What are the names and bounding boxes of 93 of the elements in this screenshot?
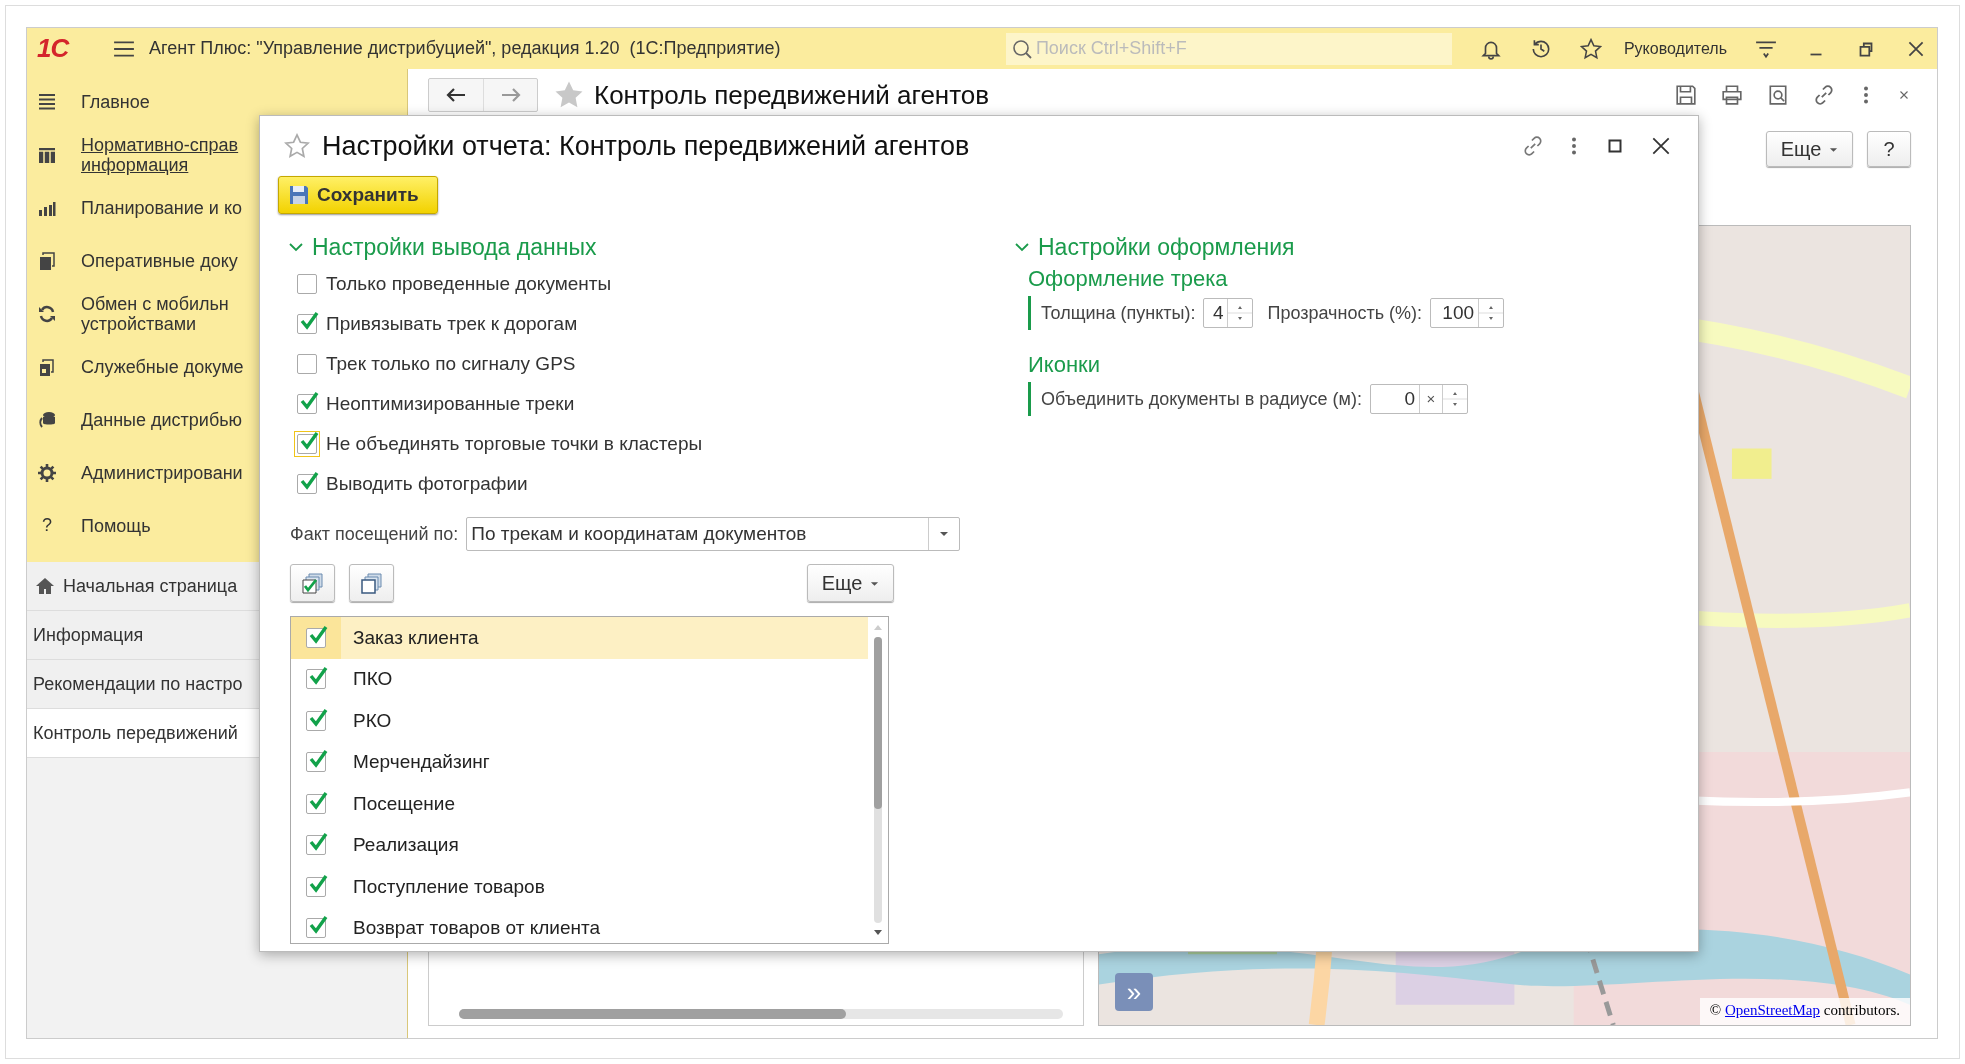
home-icon bbox=[35, 576, 55, 596]
floppy-icon bbox=[289, 185, 309, 205]
section-label: Главное bbox=[81, 91, 150, 112]
checkbox[interactable] bbox=[306, 835, 326, 856]
section-item[interactable]: Главное bbox=[27, 75, 407, 128]
checkbox[interactable] bbox=[294, 271, 320, 297]
stack-icon bbox=[359, 571, 384, 595]
uncheck-all-button[interactable] bbox=[349, 564, 394, 602]
number-field[interactable]: 0 × bbox=[1369, 384, 1468, 414]
more-button[interactable]: Еще bbox=[1765, 131, 1853, 167]
checkbox[interactable] bbox=[306, 752, 326, 773]
scroll-down-icon[interactable] bbox=[873, 929, 883, 937]
checkbox-label[interactable]: Привязывать трек к дорогам bbox=[326, 313, 578, 335]
search-icon bbox=[1011, 38, 1032, 59]
print-icon[interactable] bbox=[1721, 84, 1743, 106]
section-label: Нормативно-справ информация bbox=[81, 134, 239, 175]
checkbox[interactable] bbox=[294, 311, 320, 337]
section-header[interactable]: Настройки вывода данных bbox=[288, 230, 990, 264]
attribution-link[interactable]: OpenStreetMap bbox=[1725, 1002, 1820, 1018]
checkbox-label[interactable]: Выводить фотографии bbox=[326, 473, 528, 495]
checkbox-label[interactable]: Только проведенные документы bbox=[326, 273, 612, 295]
star-icon[interactable] bbox=[284, 133, 310, 159]
spin-arrows-icon[interactable] bbox=[1478, 299, 1504, 327]
save-icon[interactable] bbox=[1675, 84, 1697, 106]
field-label: Объединить документы в радиусе (м): bbox=[1041, 388, 1362, 410]
caret-icon bbox=[870, 581, 879, 588]
right-arrow-icon bbox=[499, 88, 522, 102]
help-icon: ? bbox=[37, 515, 57, 536]
caret-icon bbox=[1829, 147, 1838, 154]
field-label: Прозрачность (%): bbox=[1267, 302, 1423, 324]
logo: 1С bbox=[37, 33, 71, 64]
checkbox[interactable] bbox=[306, 793, 326, 814]
report-title: Контроль передвижений агентов bbox=[594, 79, 990, 111]
left-arrow-icon bbox=[445, 88, 467, 102]
app-title: Агент Плюс: "Управление дистрибуцией", редакция 1.20 (1С:Предприятие) bbox=[149, 38, 781, 59]
checkbox[interactable] bbox=[294, 431, 320, 457]
checkbox[interactable] bbox=[294, 391, 320, 417]
document-row[interactable]: Поступление товаров bbox=[291, 866, 868, 908]
document-row[interactable]: Реализация bbox=[291, 824, 868, 866]
visit-source-dropdown[interactable]: По трекам и координатам документов bbox=[466, 517, 961, 551]
field-label: Факт посещений по: bbox=[290, 523, 459, 545]
check-all-button[interactable] bbox=[290, 564, 335, 602]
link-icon[interactable] bbox=[1522, 135, 1544, 157]
menu-icon bbox=[37, 91, 57, 112]
group-title: Оформление трека bbox=[1028, 266, 1229, 292]
section-label: Администрировани bbox=[81, 462, 243, 483]
document-row[interactable]: Заказ клиента bbox=[291, 617, 868, 659]
checkbox[interactable] bbox=[306, 669, 326, 690]
number-field[interactable]: 4 bbox=[1203, 298, 1254, 328]
scrollbar-thumb[interactable] bbox=[459, 1009, 846, 1019]
documents-icon bbox=[37, 356, 57, 377]
map-attribution: © OpenStreetMap contributors. bbox=[1699, 998, 1910, 1025]
checkbox-label[interactable]: Не объединять торговые точки в кластеры bbox=[326, 433, 703, 455]
scrollbar[interactable] bbox=[459, 1009, 1063, 1019]
star-icon[interactable] bbox=[554, 80, 584, 110]
more-button[interactable]: Еще bbox=[806, 564, 894, 602]
checkbox[interactable] bbox=[306, 710, 326, 731]
group-title: Иконки bbox=[1028, 352, 1101, 378]
close-icon[interactable] bbox=[1650, 135, 1672, 157]
section-header[interactable]: Настройки оформления bbox=[1014, 230, 1511, 264]
caret-icon bbox=[939, 531, 950, 537]
sync-icon bbox=[37, 303, 57, 324]
section-label: Планирование и ко bbox=[81, 197, 242, 218]
section-label: Обмен с мобильн устройствами bbox=[81, 293, 229, 334]
checkbox[interactable] bbox=[306, 627, 326, 648]
section-label: Данные дистрибью bbox=[81, 409, 243, 430]
field-label: Толщина (пункты): bbox=[1041, 302, 1196, 324]
scrollbar-thumb[interactable] bbox=[874, 637, 882, 809]
section-label: Помощь bbox=[81, 515, 151, 536]
checkbox[interactable] bbox=[294, 351, 320, 377]
checkbox[interactable] bbox=[294, 471, 320, 497]
settings-icon bbox=[37, 462, 57, 483]
checkbox-label[interactable]: Неоптимизированные треки bbox=[326, 393, 575, 415]
documents-icon bbox=[37, 250, 57, 271]
section-label: Оперативные доку bbox=[81, 250, 238, 271]
save-button[interactable]: Сохранить bbox=[278, 176, 438, 214]
star-icon[interactable] bbox=[1579, 37, 1602, 60]
search-field[interactable]: Поиск Ctrl+Shift+F bbox=[1005, 32, 1452, 65]
checked-stack-icon bbox=[300, 571, 325, 595]
section-label: Служебные докуме bbox=[81, 356, 244, 377]
user-name[interactable]: Руководитель bbox=[1623, 39, 1727, 58]
link-icon[interactable] bbox=[1813, 84, 1835, 106]
dialog-title: Настройки отчета: Контроль передвижений агентов bbox=[322, 130, 970, 162]
number-field[interactable]: 100 bbox=[1430, 298, 1505, 328]
preview-icon[interactable] bbox=[1767, 84, 1789, 106]
document-row[interactable]: Возврат товаров от клиента bbox=[291, 907, 868, 943]
database-icon bbox=[37, 409, 57, 430]
checkbox-label[interactable]: Трек только по сигналу GPS bbox=[326, 353, 576, 375]
help-button[interactable]: ? bbox=[1867, 131, 1911, 167]
document-row[interactable]: Посещение bbox=[291, 783, 868, 825]
checkbox[interactable] bbox=[306, 918, 326, 939]
spin-arrows-icon[interactable] bbox=[1227, 299, 1253, 327]
checkbox[interactable] bbox=[306, 876, 326, 897]
